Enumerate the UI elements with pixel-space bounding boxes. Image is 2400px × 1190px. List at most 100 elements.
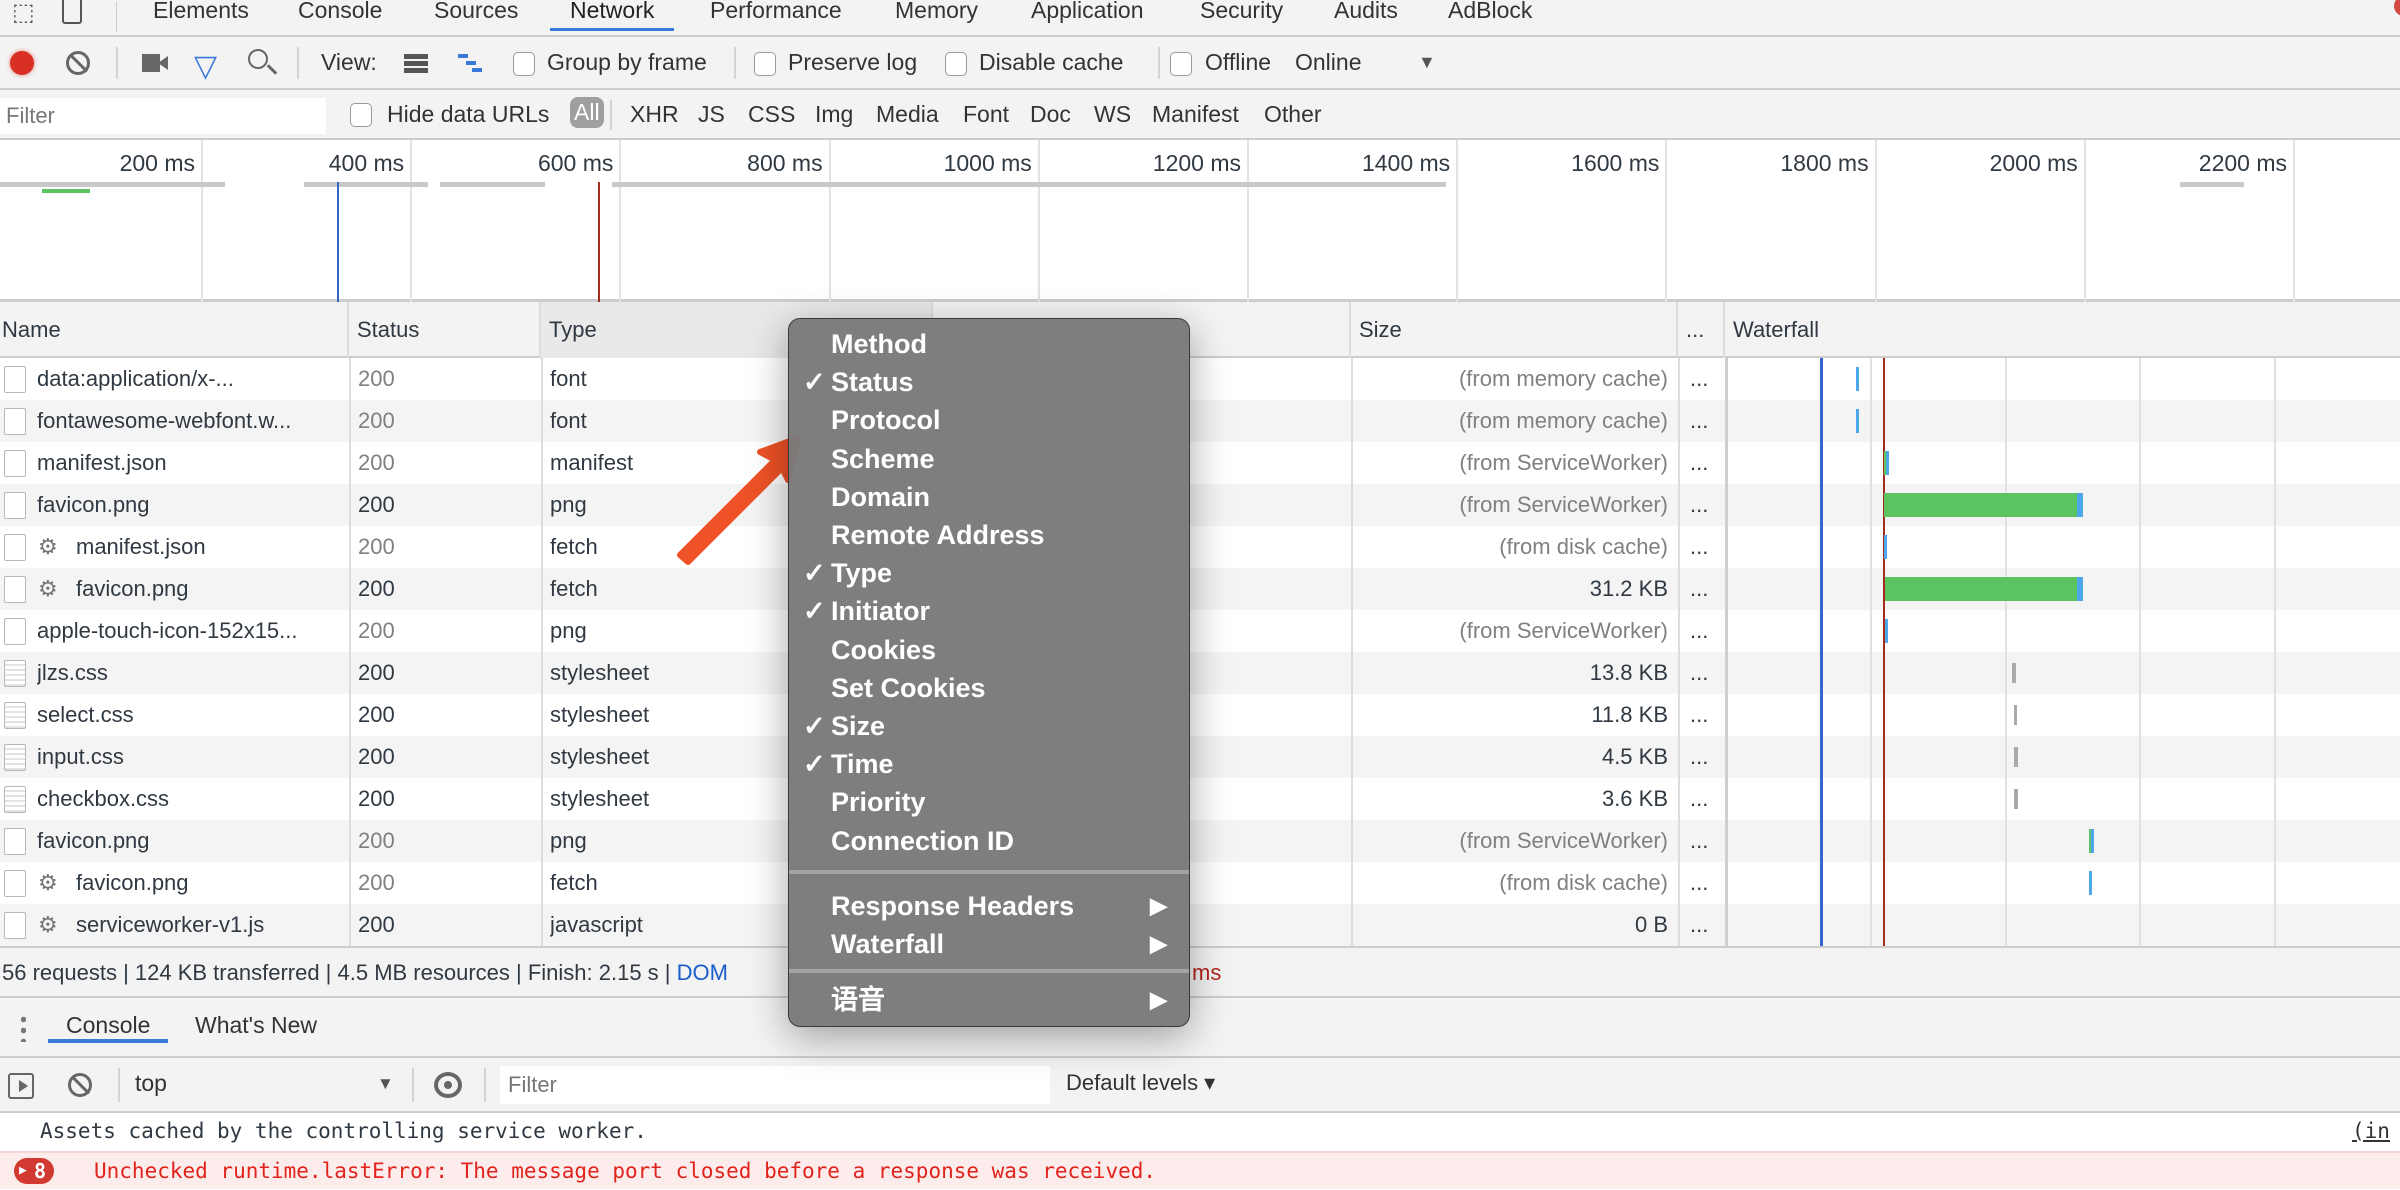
request-name[interactable]: manifest.json xyxy=(76,526,346,568)
tab-adblock[interactable]: AdBlock xyxy=(1448,0,1532,31)
hide-data-urls-checkbox[interactable] xyxy=(350,103,372,127)
console-filter-input[interactable] xyxy=(500,1066,1050,1104)
filter-type-other[interactable]: Other xyxy=(1264,101,1322,128)
request-name[interactable]: jlzs.css xyxy=(37,652,347,694)
menu-item-time[interactable]: ✓ Time xyxy=(789,745,1189,783)
device-toolbar-icon[interactable] xyxy=(62,0,82,24)
menu-item-initiator[interactable]: ✓ Initiator xyxy=(789,592,1189,630)
menu-item-language[interactable]: 语音 ▶ xyxy=(789,981,1189,1019)
filter-type-media[interactable]: Media xyxy=(876,101,939,128)
menu-item-type[interactable]: ✓ Type xyxy=(789,554,1189,592)
request-name[interactable]: data:application/x-... xyxy=(37,358,347,400)
menu-item-scheme[interactable]: Scheme xyxy=(789,440,1189,478)
filter-type-js[interactable]: JS xyxy=(698,101,725,128)
error-count-badge[interactable]: ▶ 8 xyxy=(14,1158,55,1184)
context-select[interactable]: top xyxy=(135,1070,167,1097)
menu-item-connection-id[interactable]: Connection ID xyxy=(789,822,1189,860)
menu-item-priority[interactable]: Priority xyxy=(789,783,1189,821)
column-header-waterfall[interactable]: Waterfall xyxy=(1725,302,2400,358)
request-name[interactable]: apple-touch-icon-152x15... xyxy=(37,610,347,652)
log-levels-dropdown[interactable]: Default levels ▾ xyxy=(1066,1070,1215,1096)
tab-network[interactable]: Network xyxy=(550,0,675,31)
menu-item-set-cookies[interactable]: Set Cookies xyxy=(789,669,1189,707)
context-dropdown-icon[interactable]: ▼ xyxy=(377,1074,394,1094)
tab-memory[interactable]: Memory xyxy=(895,0,978,31)
column-header-size[interactable]: Size xyxy=(1351,302,1678,358)
throttling-dropdown-icon[interactable]: ▼ xyxy=(1418,52,1436,73)
filter-type-all[interactable]: All xyxy=(570,97,604,128)
search-icon[interactable] xyxy=(248,49,278,75)
request-name[interactable]: favicon.png xyxy=(76,568,346,610)
tab-application[interactable]: Application xyxy=(1031,0,1144,31)
request-name[interactable]: checkbox.css xyxy=(37,778,347,820)
filter-type-xhr[interactable]: XHR xyxy=(630,101,679,128)
filter-type-font[interactable]: Font xyxy=(963,101,1009,128)
tab-performance[interactable]: Performance xyxy=(710,0,842,31)
request-name[interactable]: favicon.png xyxy=(37,484,347,526)
request-name[interactable]: fontawesome-webfont.w... xyxy=(37,400,347,442)
filter-type-manifest[interactable]: Manifest xyxy=(1152,101,1239,128)
menu-item-waterfall[interactable]: Waterfall ▶ xyxy=(789,925,1189,963)
menu-item-size[interactable]: ✓ Size xyxy=(789,707,1189,745)
tab-sources[interactable]: Sources xyxy=(434,0,518,31)
request-name[interactable]: manifest.json xyxy=(37,442,347,484)
table-row[interactable]: favicon.png 200 png (from ServiceWorker)... xyxy=(0,820,2400,862)
filter-type-img[interactable]: Img xyxy=(815,101,853,128)
filter-type-ws[interactable]: WS xyxy=(1094,101,1131,128)
menu-item-status[interactable]: ✓ Status xyxy=(789,363,1189,401)
menu-item-remote-address[interactable]: Remote Address xyxy=(789,516,1189,554)
timeline-overview[interactable]: 200 ms 400 ms 600 ms 800 ms 1000 ms 1200 ms 14… xyxy=(0,140,2400,302)
table-row[interactable]: select.css 200 stylesheet 11.8 KB... xyxy=(0,694,2400,736)
tab-audits[interactable]: Audits xyxy=(1334,0,1398,31)
column-header-status[interactable]: Status xyxy=(349,302,541,358)
large-rows-icon[interactable] xyxy=(404,54,428,74)
tab-elements[interactable]: Elements xyxy=(153,0,249,31)
clear-console-icon[interactable] xyxy=(68,1073,92,1097)
table-row[interactable]: apple-touch-icon-152x15... 200 png (from Se… xyxy=(0,610,2400,652)
menu-item-protocol[interactable]: Protocol xyxy=(789,401,1189,439)
inspect-element-icon[interactable]: ⬚ xyxy=(12,0,35,27)
tab-security[interactable]: Security xyxy=(1200,0,1283,31)
clear-icon[interactable] xyxy=(66,51,90,75)
filter-type-css[interactable]: CSS xyxy=(748,101,795,128)
table-row[interactable]: fontawesome-webfont.w... 200 font (from mem… xyxy=(0,400,2400,442)
menu-item-domain[interactable]: Domain xyxy=(789,478,1189,516)
table-row[interactable]: ⚙ favicon.png 200 fetch (from disk cache)... xyxy=(0,862,2400,904)
filter-input[interactable] xyxy=(0,98,326,134)
waterfall-gridline xyxy=(1870,358,1873,946)
request-name[interactable]: favicon.png xyxy=(76,862,346,904)
table-row[interactable]: data:application/x-... 200 font (from memor… xyxy=(0,358,2400,400)
throttling-select[interactable]: Online xyxy=(1295,49,1361,76)
offline-checkbox[interactable] xyxy=(1170,52,1192,76)
drawer-tab-whats-new[interactable]: What's New xyxy=(195,1012,317,1039)
waterfall-overview-icon[interactable] xyxy=(458,54,482,74)
filter-type-doc[interactable]: Doc xyxy=(1030,101,1071,128)
column-header-name[interactable]: Name xyxy=(0,302,349,358)
menu-item-cookies[interactable]: Cookies xyxy=(789,631,1189,669)
table-row[interactable]: ⚙ manifest.json 200 fetch (from disk cache).… xyxy=(0,526,2400,568)
tab-console[interactable]: Console xyxy=(298,0,382,31)
sidebar-toggle-icon[interactable] xyxy=(8,1073,34,1099)
request-name[interactable]: select.css xyxy=(37,694,347,736)
request-name[interactable]: input.css xyxy=(37,736,347,778)
drawer-menu-icon[interactable] xyxy=(21,1014,26,1042)
drawer-tab-console[interactable]: Console xyxy=(48,1012,169,1043)
console-message-source-link[interactable]: (in xyxy=(2352,1113,2390,1149)
table-row[interactable]: jlzs.css 200 stylesheet 13.8 KB... xyxy=(0,652,2400,694)
table-row[interactable]: ⚙ serviceworker-v1.js 200 javascript 0 B... xyxy=(0,904,2400,946)
record-icon[interactable] xyxy=(10,51,34,75)
table-row[interactable]: manifest.json 200 manifest (from ServiceWor… xyxy=(0,442,2400,484)
menu-item-response-headers[interactable]: Response Headers ▶ xyxy=(789,887,1189,925)
column-header-time[interactable]: ... xyxy=(1678,302,1725,358)
table-row[interactable]: input.css 200 stylesheet 4.5 KB... xyxy=(0,736,2400,778)
group-by-frame-checkbox[interactable] xyxy=(513,52,535,76)
live-expression-eye-icon[interactable] xyxy=(434,1072,462,1098)
request-name[interactable]: favicon.png xyxy=(37,820,347,862)
table-row[interactable]: checkbox.css 200 stylesheet 3.6 KB... xyxy=(0,778,2400,820)
request-name[interactable]: serviceworker-v1.js xyxy=(76,904,346,946)
preserve-log-checkbox[interactable] xyxy=(754,52,776,76)
filter-icon[interactable]: ▽ xyxy=(194,49,217,84)
disable-cache-checkbox[interactable] xyxy=(945,52,967,76)
menu-item-method[interactable]: Method xyxy=(789,325,1189,363)
error-badge-icon[interactable] xyxy=(2394,0,2400,16)
